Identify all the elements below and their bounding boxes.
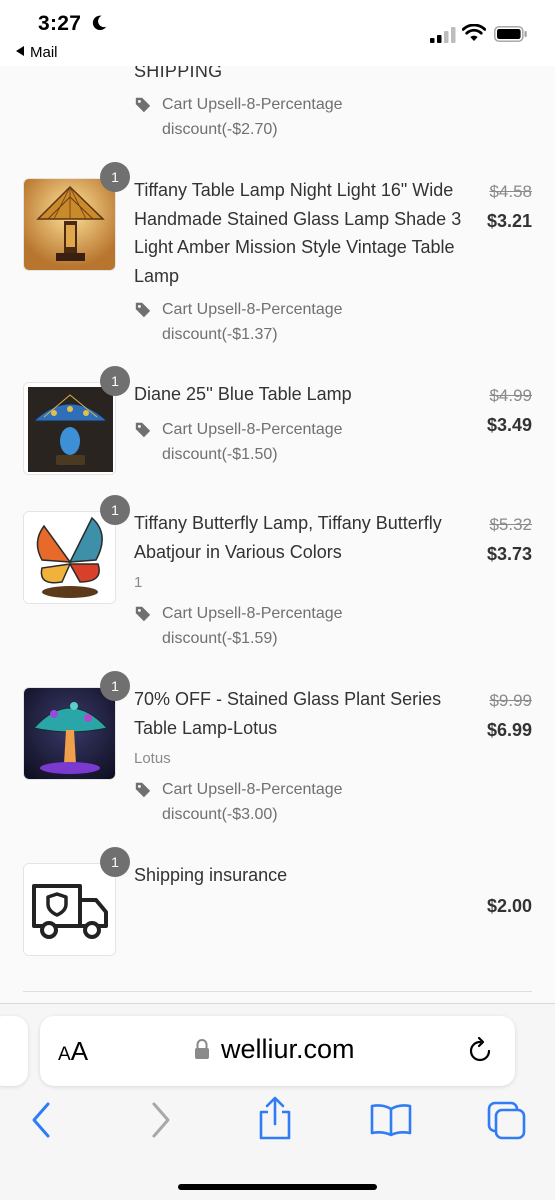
discount-line: Cart Upsell-8-Percentage discount(-$1.37… [134, 297, 454, 347]
lock-icon [195, 1039, 209, 1059]
status-bar: 3:27 Mail [0, 0, 555, 66]
cellular-signal-icon [430, 27, 456, 43]
address-bar[interactable]: AA welliur.com [40, 1016, 515, 1086]
order-summary: SHIPPING Cart Upsell-8-Percentage discou… [0, 66, 555, 1006]
discount-text: Cart Upsell-8-Percentage discount(-$3.00… [162, 781, 343, 823]
discount-line: Cart Upsell-8-Percentage discount(-$2.70… [134, 92, 454, 142]
discount-text: Cart Upsell-8-Percentage discount(-$2.70… [162, 96, 343, 138]
product-thumbnail[interactable] [23, 178, 116, 271]
back-to-mail-button[interactable]: Mail [16, 44, 58, 61]
final-price: $3.21 [486, 211, 532, 231]
aa-small-label: A [58, 1044, 71, 1065]
browser-toolbar: AA welliur.com [0, 1003, 555, 1200]
aa-large-label: A [70, 1036, 89, 1066]
original-price: $4.58 [489, 182, 532, 201]
item-title: Tiffany Table Lamp Night Light 16" Wide … [134, 180, 462, 286]
tag-icon [135, 422, 151, 438]
quantity-badge: 1 [100, 847, 130, 877]
forward-arrow-icon[interactable] [148, 1100, 174, 1140]
home-indicator[interactable] [178, 1184, 377, 1190]
final-price: $3.73 [486, 544, 532, 564]
final-price: $2.00 [486, 896, 532, 916]
share-icon[interactable] [256, 1096, 294, 1142]
item-variant: 1 [134, 574, 143, 591]
original-price: $5.32 [489, 515, 532, 534]
item-title: Shipping insurance [134, 865, 288, 885]
original-price: $9.99 [489, 691, 532, 710]
product-thumbnail[interactable] [23, 687, 116, 780]
item-title: Diane 25'' Blue Table Lamp [134, 384, 352, 404]
delivery-truck-icon [24, 864, 115, 955]
url-text: welliur.com [221, 1034, 355, 1064]
tabs-icon[interactable] [486, 1100, 528, 1140]
discount-text: Cart Upsell-8-Percentage discount(-$1.37… [162, 301, 343, 343]
wifi-icon [462, 24, 486, 41]
reader-text-size-button[interactable]: AA [58, 1036, 88, 1067]
item-variant: Lotus [134, 750, 171, 767]
back-arrow-icon[interactable] [28, 1100, 54, 1140]
blue-lamp-image [24, 383, 115, 474]
quantity-badge: 1 [100, 162, 130, 192]
butterfly-lamp-image [24, 512, 115, 603]
back-arrow-icon [16, 46, 24, 56]
original-price: $4.99 [489, 386, 532, 405]
moon-icon [92, 15, 107, 31]
reload-icon[interactable] [466, 1036, 496, 1066]
discount-text: Cart Upsell-8-Percentage discount(-$1.50… [162, 421, 343, 463]
previous-tab-preview[interactable] [0, 1016, 28, 1086]
final-price: $3.49 [486, 415, 532, 435]
quantity-badge: 1 [100, 671, 130, 701]
tag-icon [135, 782, 151, 798]
quantity-badge: 1 [100, 366, 130, 396]
battery-icon [494, 26, 527, 42]
product-thumbnail[interactable] [23, 863, 116, 956]
discount-text: Cart Upsell-8-Percentage discount(-$1.59… [162, 605, 343, 647]
item-title: Tiffany Butterfly Lamp, Tiffany Butterfl… [134, 513, 442, 562]
final-price: $6.99 [486, 720, 532, 740]
bookmarks-icon[interactable] [369, 1103, 413, 1137]
discount-line: Cart Upsell-8-Percentage discount(-$1.50… [134, 417, 454, 467]
back-app-label: Mail [30, 44, 58, 61]
mushroom-lamp-image [24, 688, 115, 779]
tag-icon [135, 606, 151, 622]
quantity-badge: 1 [100, 495, 130, 525]
tag-icon [135, 97, 151, 113]
section-divider [23, 991, 532, 992]
amber-lamp-image [24, 179, 115, 270]
item-title-fragment: SHIPPING [134, 66, 223, 81]
product-thumbnail[interactable] [23, 511, 116, 604]
item-title: 70% OFF - Stained Glass Plant Series Tab… [134, 689, 442, 738]
status-time: 3:27 [38, 12, 82, 35]
discount-line: Cart Upsell-8-Percentage discount(-$3.00… [134, 777, 454, 827]
product-thumbnail[interactable] [23, 382, 116, 475]
discount-line: Cart Upsell-8-Percentage discount(-$1.59… [134, 601, 454, 651]
tag-icon [135, 302, 151, 318]
